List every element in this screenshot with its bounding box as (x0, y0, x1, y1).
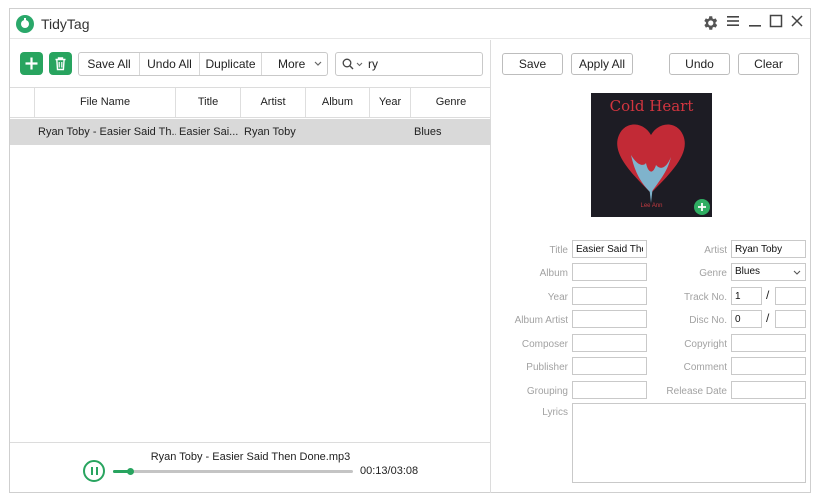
column-header-select[interactable] (10, 88, 35, 117)
column-header-artist[interactable]: Artist (241, 88, 306, 117)
plus-icon (698, 203, 706, 211)
disc-total-field[interactable] (775, 310, 806, 328)
title-label: Title (549, 245, 568, 256)
save-all-button[interactable]: Save All (79, 53, 140, 75)
search-input[interactable] (368, 56, 478, 72)
grouping-field[interactable] (572, 381, 647, 399)
composer-field[interactable] (572, 334, 647, 352)
action-button-group: Save All Undo All Duplicate More (78, 52, 328, 76)
menu-icon[interactable] (723, 14, 743, 34)
release-date-label: Release Date (666, 386, 727, 397)
maximize-icon[interactable] (766, 14, 786, 34)
album-artist-label: Album Artist (514, 315, 568, 326)
year-label: Year (547, 292, 568, 303)
genre-selected-value: Blues (735, 266, 761, 277)
cell-file-name: Ryan Toby - Easier Said Th... (38, 126, 176, 138)
file-list-pane: Save All Undo All Duplicate More File Na… (10, 40, 491, 493)
pause-button[interactable] (83, 460, 105, 482)
comment-label: Comment (683, 362, 727, 373)
close-icon[interactable] (787, 14, 807, 34)
undo-button[interactable]: Undo (669, 53, 730, 75)
duplicate-button[interactable]: Duplicate (200, 53, 262, 75)
cell-year (370, 119, 411, 145)
lyrics-label: Lyrics (542, 407, 568, 418)
track-no-label: Track No. (684, 292, 727, 303)
delete-files-button[interactable] (49, 52, 72, 75)
table-row[interactable]: Ryan Toby - Easier Said Th... Easier Sai… (10, 119, 491, 145)
chevron-down-icon (314, 61, 322, 66)
table-header: File Name Title Artist Album Year Genre (10, 87, 491, 118)
year-field[interactable] (572, 287, 647, 305)
copyright-label: Copyright (684, 339, 727, 350)
tag-editor-pane: Save Apply All Undo Clear Cold Heart Lee… (492, 40, 810, 493)
apply-all-button[interactable]: Apply All (571, 53, 633, 75)
artist-field[interactable] (731, 240, 806, 258)
more-dropdown[interactable]: More (262, 53, 327, 75)
add-cover-button[interactable] (694, 199, 710, 215)
search-options-chevron-icon[interactable] (356, 62, 363, 67)
disc-number-field[interactable] (731, 310, 762, 328)
publisher-field[interactable] (572, 357, 647, 375)
disc-no-label: Disc No. (689, 315, 727, 326)
more-label: More (278, 57, 306, 71)
column-header-year[interactable]: Year (370, 88, 411, 117)
playback-time: 00:13/03:08 (360, 465, 419, 477)
minimize-icon[interactable] (745, 14, 765, 34)
app-logo-icon (16, 15, 34, 33)
column-header-album[interactable]: Album (306, 88, 370, 117)
lyrics-field[interactable] (572, 403, 806, 483)
list-toolbar: Save All Undo All Duplicate More (10, 40, 491, 85)
plus-icon (25, 57, 38, 70)
cell-album (306, 119, 370, 145)
cell-artist: Ryan Toby (244, 126, 296, 138)
publisher-label: Publisher (526, 362, 568, 373)
cell-genre: Blues (414, 126, 442, 138)
genre-label: Genre (699, 268, 727, 279)
release-date-field[interactable] (731, 381, 806, 399)
track-total-field[interactable] (775, 287, 806, 305)
cell-title: Easier Sai... (179, 126, 239, 138)
add-files-button[interactable] (20, 52, 43, 75)
audio-player: Ryan Toby - Easier Said Then Done.mp3 00… (10, 442, 491, 493)
gear-icon[interactable] (700, 14, 720, 34)
now-playing-file: Ryan Toby - Easier Said Then Done.mp3 (150, 451, 351, 463)
comment-field[interactable] (731, 357, 806, 375)
column-header-file-name[interactable]: File Name (35, 88, 176, 117)
column-header-title[interactable]: Title (176, 88, 241, 117)
title-field[interactable] (572, 240, 647, 258)
trash-icon (55, 57, 66, 71)
row-select-cell[interactable] (10, 119, 35, 145)
grouping-label: Grouping (526, 386, 568, 397)
composer-label: Composer (521, 339, 568, 350)
progress-bar[interactable] (113, 468, 353, 475)
track-separator: / (766, 288, 770, 302)
disc-separator: / (766, 311, 770, 325)
genre-select[interactable]: Blues (731, 263, 806, 281)
clear-button[interactable]: Clear (738, 53, 799, 75)
album-field[interactable] (572, 263, 647, 281)
title-bar: TidyTag (10, 9, 810, 39)
search-box[interactable] (335, 52, 483, 76)
search-icon (342, 58, 354, 70)
column-header-genre[interactable]: Genre (411, 88, 491, 117)
cover-title: Cold Heart (609, 97, 694, 115)
album-artist-field[interactable] (572, 310, 647, 328)
track-number-field[interactable] (731, 287, 762, 305)
artist-label: Artist (704, 245, 727, 256)
album-label: Album (539, 268, 568, 279)
app-title: TidyTag (41, 16, 90, 32)
chevron-down-icon (793, 270, 801, 275)
undo-all-button[interactable]: Undo All (140, 53, 200, 75)
save-button[interactable]: Save (502, 53, 563, 75)
progress-handle[interactable] (126, 468, 134, 475)
copyright-field[interactable] (731, 334, 806, 352)
album-cover[interactable]: Cold Heart Lee Ann (591, 93, 712, 217)
app-window: TidyTag Save All Undo All Duplicate More… (9, 8, 811, 493)
